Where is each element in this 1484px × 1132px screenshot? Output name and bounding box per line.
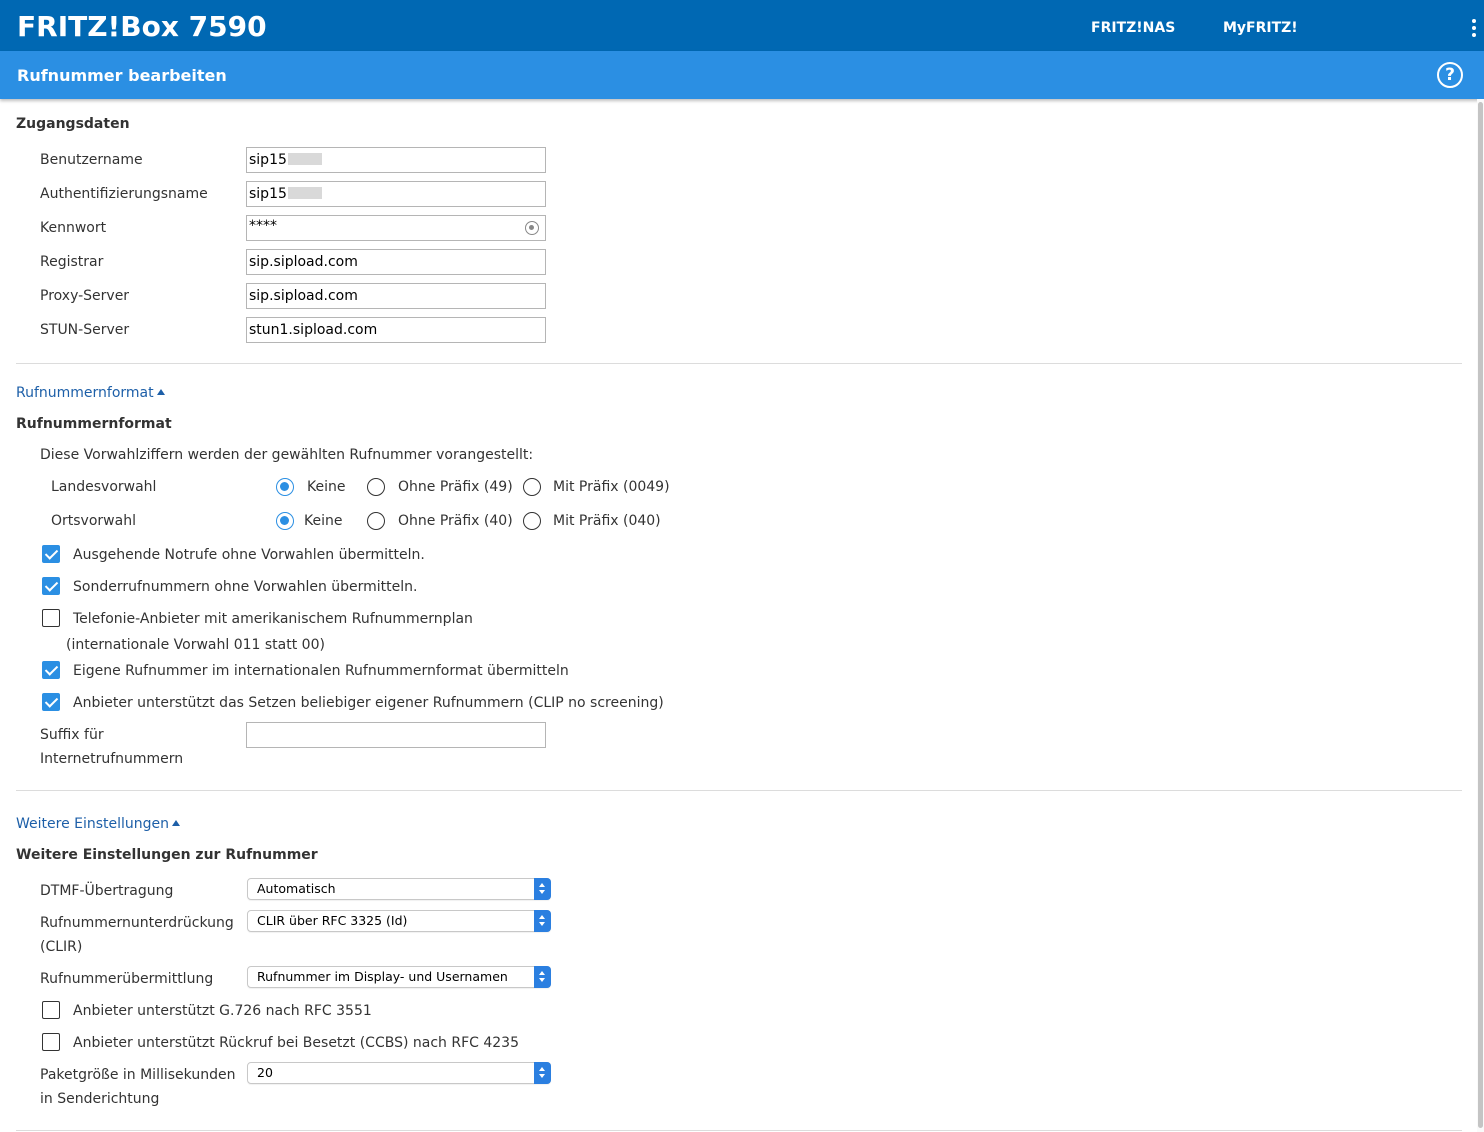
checkbox-ccbs[interactable]	[42, 1033, 60, 1051]
select-arrows-icon	[534, 878, 551, 900]
suffix-label-2: Internetrufnummern	[40, 751, 184, 767]
page-title: Rufnummer bearbeiten	[17, 66, 227, 85]
toggle-label: Rufnummernformat	[16, 385, 154, 401]
checkbox-label-g726: Anbieter unterstützt G.726 nach RFC 3551	[73, 1003, 372, 1019]
section-title-weitere: Weitere Einstellungen zur Rufnummer	[16, 847, 318, 863]
select-arrows-icon	[534, 910, 551, 932]
rufnummeruebermittlung-label: Rufnummerübermittlung	[40, 971, 214, 987]
registrar-input[interactable]: sip.sipload.com	[246, 249, 546, 275]
select-value: 20	[257, 1065, 273, 1080]
landesvorwahl-label: Landesvorwahl	[51, 479, 157, 495]
section-title-zugangsdaten: Zugangsdaten	[16, 116, 130, 132]
divider	[16, 790, 1462, 791]
toggle-label: Weitere Einstellungen	[16, 816, 170, 832]
dtmf-label: DTMF-Übertragung	[40, 883, 174, 899]
auth-name-input[interactable]: sip15	[246, 181, 546, 207]
password-label: Kennwort	[40, 220, 107, 236]
checkbox-label-clip: Anbieter unterstützt das Setzen beliebig…	[73, 695, 664, 711]
radio-label: Keine	[304, 513, 343, 529]
checkbox-label-sonderrufnummern: Sonderrufnummern ohne Vorwahlen übermitt…	[73, 579, 418, 595]
suffix-input[interactable]	[246, 722, 546, 748]
ortsvorwahl-radio-ohne[interactable]	[367, 512, 385, 530]
ortsvorwahl-radio-keine[interactable]	[276, 512, 294, 530]
password-value: ****	[249, 218, 277, 234]
username-value: sip15	[249, 152, 287, 168]
username-input[interactable]: sip15	[246, 147, 546, 173]
checkbox-international[interactable]	[42, 661, 60, 679]
auth-name-value: sip15	[249, 186, 287, 202]
proxy-input[interactable]: sip.sipload.com	[246, 283, 546, 309]
caret-up-icon	[172, 820, 181, 826]
rufnummeruebermittlung-select[interactable]: Rufnummer im Display- und Usernamen	[247, 966, 551, 988]
checkbox-notrufe[interactable]	[42, 545, 60, 563]
show-password-icon[interactable]	[525, 221, 539, 235]
stun-input[interactable]: stun1.sipload.com	[246, 317, 546, 343]
landesvorwahl-radio-mit[interactable]	[523, 478, 541, 496]
caret-up-icon	[156, 389, 165, 395]
brand-logo: FRITZ!Box 7590	[17, 10, 267, 43]
checkbox-label-ccbs: Anbieter unterstützt Rückruf bei Besetzt…	[73, 1035, 519, 1051]
checkbox-label-notrufe: Ausgehende Notrufe ohne Vorwahlen übermi…	[73, 547, 425, 563]
checkbox-clip-no-screening[interactable]	[42, 693, 60, 711]
ortsvorwahl-radio-mit[interactable]	[523, 512, 541, 530]
redacted-mask	[287, 153, 322, 165]
landesvorwahl-radio-ohne[interactable]	[367, 478, 385, 496]
paketgroesse-select[interactable]: 20	[247, 1062, 551, 1084]
checkbox-g726[interactable]	[42, 1001, 60, 1019]
radio-label: Mit Präfix (040)	[553, 513, 661, 529]
password-input[interactable]: ****	[246, 215, 546, 241]
checkbox-label-amerikanisch: Telefonie-Anbieter mit amerikanischem Ru…	[73, 611, 473, 627]
weitere-einstellungen-toggle[interactable]: Weitere Einstellungen	[16, 814, 181, 834]
ortsvorwahl-label: Ortsvorwahl	[51, 513, 136, 529]
top-bar: FRITZ!Box 7590 FRITZ!NAS MyFRITZ!	[0, 0, 1484, 51]
section-title-format: Rufnummernformat	[16, 416, 172, 432]
page-header: Rufnummer bearbeiten ?	[0, 51, 1484, 99]
checkbox-sublabel-amerikanisch: (internationale Vorwahl 011 statt 00)	[66, 637, 325, 653]
select-arrows-icon	[534, 1062, 551, 1084]
registrar-label: Registrar	[40, 254, 104, 270]
format-intro: Diese Vorwahlziffern werden der gewählte…	[40, 447, 534, 463]
radio-label: Mit Präfix (0049)	[553, 479, 670, 495]
paketgroesse-label: Paketgröße in Millisekunden	[40, 1067, 236, 1083]
clir-label: Rufnummernunterdrückung	[40, 915, 234, 931]
select-arrows-icon	[534, 966, 551, 988]
proxy-label: Proxy-Server	[40, 288, 130, 304]
checkbox-label-international: Eigene Rufnummer im internationalen Rufn…	[73, 663, 569, 679]
landesvorwahl-radio-keine[interactable]	[276, 478, 294, 496]
divider	[16, 363, 1462, 364]
checkbox-amerikanisch[interactable]	[42, 609, 60, 627]
myfritz-link[interactable]: MyFRITZ!	[1223, 18, 1298, 38]
scrollbar-thumb[interactable]	[1478, 102, 1483, 1128]
username-label: Benutzername	[40, 152, 143, 168]
checkbox-sonderrufnummern[interactable]	[42, 577, 60, 595]
radio-label: Ohne Präfix (40)	[398, 513, 513, 529]
clir-select[interactable]: CLIR über RFC 3325 (Id)	[247, 910, 551, 932]
auth-name-label: Authentifizierungsname	[40, 186, 208, 202]
dtmf-select[interactable]: Automatisch	[247, 878, 551, 900]
divider	[16, 1130, 1462, 1131]
paketgroesse-label-2: in Senderichtung	[40, 1091, 160, 1107]
rufnummernformat-toggle[interactable]: Rufnummernformat	[16, 383, 165, 403]
stun-label: STUN-Server	[40, 322, 130, 338]
more-menu-icon[interactable]	[1471, 19, 1477, 39]
radio-label: Keine	[307, 479, 346, 495]
clir-label-2: (CLIR)	[40, 939, 83, 955]
select-value: Rufnummer im Display- und Usernamen	[257, 969, 508, 984]
fritznas-link[interactable]: FRITZ!NAS	[1091, 18, 1175, 38]
redacted-mask	[287, 187, 322, 199]
select-value: Automatisch	[257, 881, 336, 896]
select-value: CLIR über RFC 3325 (Id)	[257, 913, 408, 928]
radio-label: Ohne Präfix (49)	[398, 479, 513, 495]
help-icon[interactable]: ?	[1437, 62, 1463, 88]
suffix-label: Suffix für	[40, 727, 104, 743]
